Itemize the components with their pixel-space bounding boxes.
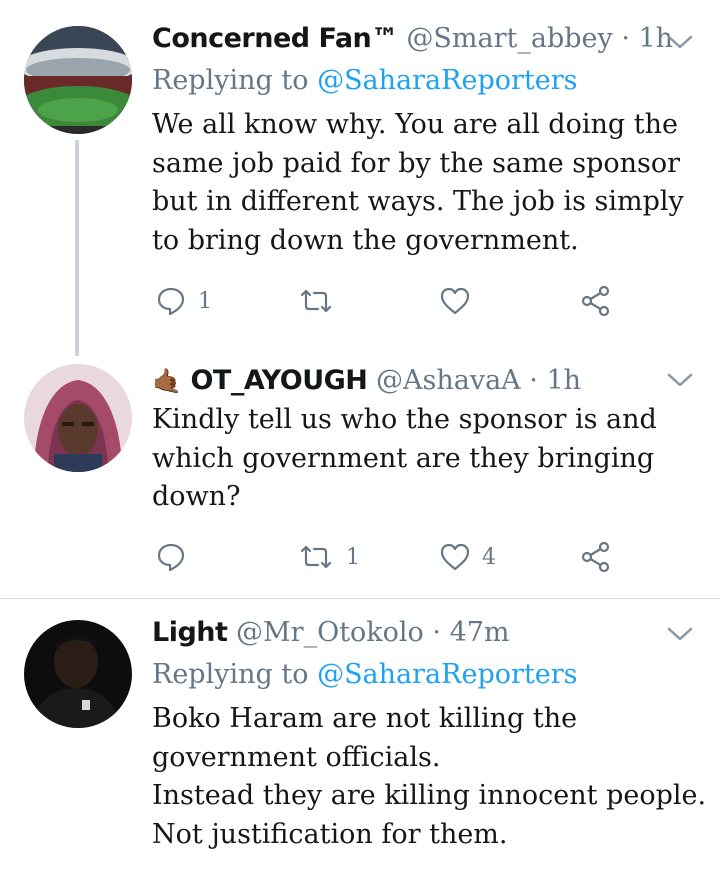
stadium-avatar-icon: [24, 26, 132, 134]
mention-link[interactable]: @SaharaReporters: [317, 659, 577, 690]
heart-icon: [440, 287, 470, 315]
tweet-header: 🤙🏾 OT_AYOUGH @AshavaA · 1h: [152, 364, 581, 398]
display-name[interactable]: Light: [152, 617, 228, 648]
hooded-person-avatar-icon: [24, 364, 132, 472]
tweet-text-line: same job paid for by the same sponsor: [152, 147, 681, 179]
name-emoji: 🤙🏾: [152, 367, 182, 395]
chevron-down-icon[interactable]: [666, 32, 694, 52]
separator: ·: [423, 617, 450, 648]
tweet-text-line: down?: [152, 481, 241, 512]
tweet-header: Concerned Fan™ @Smart_abbey · 1h: [152, 22, 673, 56]
tweet-text-line: which government are they bringing: [152, 442, 655, 474]
retweet-count: 1: [346, 544, 360, 570]
display-name[interactable]: Concerned Fan™: [152, 23, 398, 54]
tweet-text-line: Kindly tell us who the sponsor is and: [152, 404, 657, 435]
user-handle[interactable]: @AshavaA: [376, 365, 521, 396]
replying-to: Replying to @SaharaReporters: [152, 64, 578, 98]
avatar[interactable]: [24, 620, 132, 728]
share-button[interactable]: [580, 284, 612, 318]
reply-button[interactable]: 1: [156, 284, 212, 318]
retweet-button[interactable]: [298, 284, 346, 318]
tweet-text-line: government officials.: [152, 741, 441, 773]
retweet-button[interactable]: 1: [298, 540, 360, 574]
timestamp[interactable]: 47m: [450, 617, 510, 648]
separator: ·: [612, 23, 639, 54]
like-count: 4: [482, 544, 496, 570]
tweet-text-line: We all know why. You are all doing the: [152, 109, 678, 140]
share-button[interactable]: [580, 540, 612, 574]
share-icon: [581, 285, 610, 317]
avatar[interactable]: [24, 364, 132, 472]
replying-to-prefix: Replying to: [152, 65, 318, 96]
reply-icon: [157, 543, 185, 572]
tweet-text-line: but in different ways. The job is simply: [152, 186, 684, 217]
tweet-header: Light @Mr_Otokolo · 47m: [152, 616, 510, 650]
tweet-text-line: Not justification for them.: [152, 818, 508, 850]
tweet-text: We all know why. You are all doing the s…: [152, 106, 712, 260]
reply-button[interactable]: [156, 540, 198, 574]
tweet-text: Kindly tell us who the sponsor is and wh…: [152, 401, 712, 517]
chevron-down-icon[interactable]: [666, 624, 694, 644]
reply-icon: [157, 287, 185, 316]
tweet-text-line: Instead they are killing innocent people…: [152, 780, 707, 811]
mention-link[interactable]: @SaharaReporters: [317, 65, 577, 96]
display-name[interactable]: OT_AYOUGH: [190, 365, 367, 396]
reply-count: 1: [198, 288, 212, 314]
like-button[interactable]: [440, 284, 482, 318]
tweet-text: Boko Haram are not killing the governmen…: [152, 700, 712, 854]
user-handle[interactable]: @Mr_Otokolo: [236, 617, 424, 648]
retweet-icon: [300, 289, 332, 313]
tweet-text-line: Boko Haram are not killing the: [152, 703, 578, 734]
heart-icon: [440, 543, 470, 571]
user-handle[interactable]: @Smart_abbey: [406, 23, 612, 54]
separator: ·: [520, 365, 547, 396]
retweet-icon: [300, 545, 332, 569]
tweet-divider: [0, 598, 720, 599]
timestamp[interactable]: 1h: [546, 365, 581, 396]
dark-portrait-avatar-icon: [24, 620, 132, 728]
replying-to: Replying to @SaharaReporters: [152, 658, 578, 692]
thread-line: [75, 140, 79, 356]
replying-to-prefix: Replying to: [152, 659, 318, 690]
share-icon: [581, 541, 610, 573]
tweet-text-line: to bring down the government.: [152, 224, 579, 256]
avatar[interactable]: [24, 26, 132, 134]
like-button[interactable]: 4: [440, 540, 496, 574]
chevron-down-icon[interactable]: [666, 370, 694, 390]
